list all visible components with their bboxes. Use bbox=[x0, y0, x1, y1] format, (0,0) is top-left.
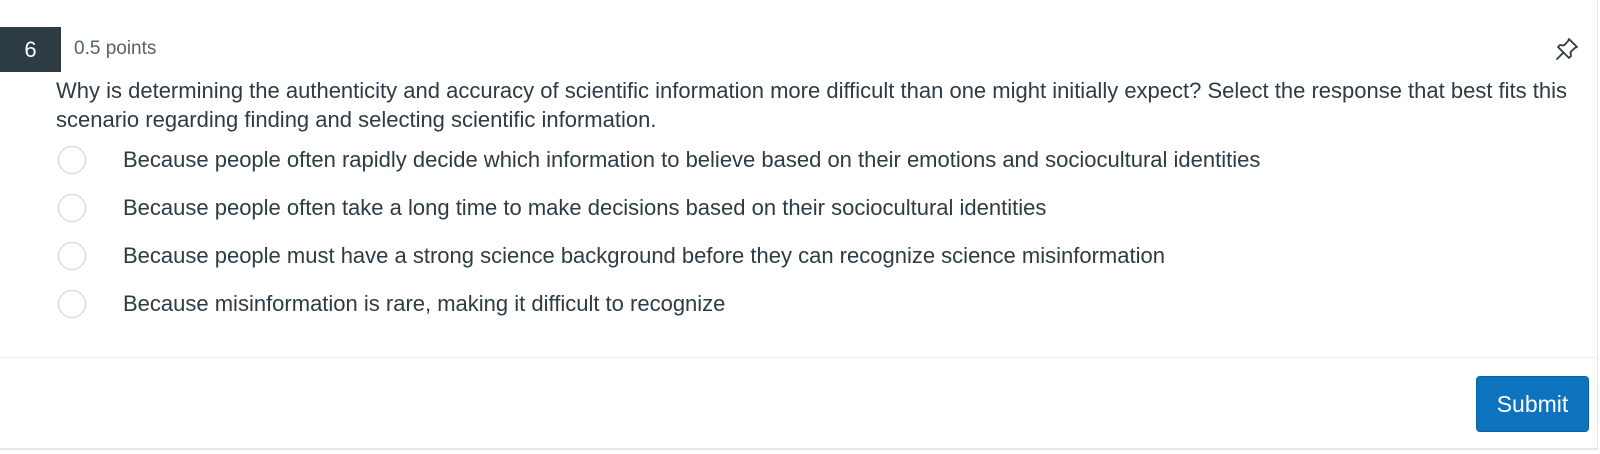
answer-radio-4[interactable] bbox=[58, 290, 86, 318]
answer-radio-2[interactable] bbox=[58, 194, 86, 222]
footer-divider bbox=[0, 357, 1598, 358]
question-points: 0.5 points bbox=[74, 38, 157, 59]
answer-label-4: Because misinformation is rare, making i… bbox=[123, 291, 726, 316]
question-card: 6 0.5 points Why is determining the auth… bbox=[0, 0, 1598, 450]
answer-radio-1[interactable] bbox=[58, 146, 86, 174]
answer-radio-3[interactable] bbox=[58, 242, 86, 270]
answer-option-2[interactable]: Because people often take a long time to… bbox=[56, 191, 1556, 239]
question-text: Why is determining the authenticity and … bbox=[56, 78, 1568, 132]
answer-list: Because people often rapidly decide whic… bbox=[56, 143, 1556, 335]
answer-option-3[interactable]: Because people must have a strong scienc… bbox=[56, 239, 1556, 287]
pin-icon[interactable] bbox=[1554, 36, 1580, 62]
answer-label-3: Because people must have a strong scienc… bbox=[123, 243, 1165, 268]
answer-option-4[interactable]: Because misinformation is rare, making i… bbox=[56, 287, 1556, 335]
question-number: 6 bbox=[0, 27, 61, 72]
answer-label-1: Because people often rapidly decide whic… bbox=[123, 147, 1261, 172]
answer-option-1[interactable]: Because people often rapidly decide whic… bbox=[56, 143, 1556, 191]
submit-button[interactable]: Submit bbox=[1476, 376, 1589, 432]
answer-label-2: Because people often take a long time to… bbox=[123, 195, 1047, 220]
